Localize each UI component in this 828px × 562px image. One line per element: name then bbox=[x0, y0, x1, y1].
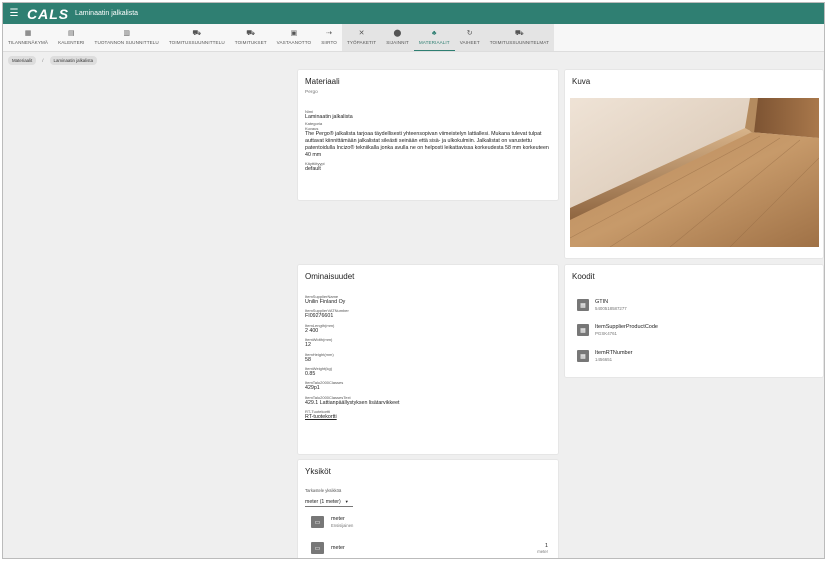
tools-icon: ✕ bbox=[358, 30, 365, 37]
truck-icon: ⛟ bbox=[192, 30, 202, 37]
unit-select-value: meter (1 meter) bbox=[305, 498, 341, 505]
unit-primary-badge: Ensisijainen bbox=[331, 523, 354, 528]
properties-card-title: Ominaisuudet bbox=[305, 272, 355, 281]
property-value: Unilin Finland Oy bbox=[305, 299, 346, 305]
nav-tab-label: Toimitukset bbox=[234, 40, 267, 45]
material-card-title: Materiaali bbox=[305, 77, 340, 86]
property-value: 2 400 bbox=[305, 327, 319, 334]
main-navigation: ▦ Tilannenäkymä ▤ Kalenteri ▥ Tuotannon suunn… bbox=[3, 24, 824, 52]
code-row-rt-number: ▦ ItemRTNumber 1456651 bbox=[577, 350, 633, 362]
breadcrumb-current: Laminaatin jalkalista bbox=[49, 56, 98, 65]
breadcrumb-separator: / bbox=[42, 58, 44, 63]
unit-quantity-unit: meter bbox=[537, 549, 548, 554]
property-value: 429.1 Lattianpäällystyksen lisätarvikkee… bbox=[305, 399, 400, 406]
property-value: 58 bbox=[305, 356, 311, 363]
top-app-bar: ☰ CALS Laminaatin jalkalista bbox=[3, 3, 824, 24]
unit-row-primary: ▭ meter Ensisijainen bbox=[311, 516, 353, 528]
material-brand: Pergo bbox=[305, 90, 318, 95]
property-value: 12 bbox=[305, 342, 311, 349]
barcode-icon: ▦ bbox=[577, 324, 589, 336]
breadcrumb-root[interactable]: Materiaalit bbox=[8, 56, 37, 65]
hamburger-menu-icon[interactable]: ☰ bbox=[5, 3, 23, 24]
nav-tab-label: Vaiheet bbox=[459, 40, 480, 45]
nav-tab-label: Tuotannon suunnittelu bbox=[94, 40, 159, 45]
property-value: FI09276601 bbox=[305, 313, 334, 320]
code-row-supplier-product-code: ▦ ItemSupplierProductCode PGSK4761 bbox=[577, 324, 658, 336]
unit-quantity: 1 meter bbox=[537, 543, 548, 554]
unit-select-label: Tarkastele yksikköä bbox=[305, 488, 342, 493]
properties-list: ItemSupplierName Unilin Finland Oy ItemSup… bbox=[305, 294, 550, 421]
code-name: ItemSupplierProductCode bbox=[595, 324, 658, 330]
calendar-icon: ▤ bbox=[67, 30, 75, 37]
nav-tab-label: Toimitussuunnitelmat bbox=[489, 40, 549, 45]
image-card-title: Kuva bbox=[572, 77, 591, 86]
nav-tab-työpaketit[interactable]: ✕ Työpaketit bbox=[341, 24, 382, 51]
code-row-gtin: ▦ GTIN 5400518587277 bbox=[577, 299, 627, 311]
transfer-icon: ⇢ bbox=[326, 30, 333, 37]
nav-tab-vaiheet[interactable]: ↻ Vaiheet bbox=[454, 24, 485, 51]
description-value: The Pergo® jalkalista tarjoaa täydellise… bbox=[305, 131, 549, 158]
nav-tab-tuotannon-suunnittelu[interactable]: ▥ Tuotannon suunnittelu bbox=[90, 24, 164, 51]
nav-tab-materiaalit[interactable]: ♣ Materiaalit bbox=[413, 24, 455, 51]
grid-icon: ▥ bbox=[123, 30, 131, 37]
inbox-icon: ▣ bbox=[290, 30, 298, 37]
sync-icon: ↻ bbox=[466, 30, 473, 37]
chevron-down-icon: ▼ bbox=[344, 499, 349, 504]
nav-tab-label: Tilannenäkymä bbox=[8, 40, 49, 45]
property-value: 0.85 bbox=[305, 370, 316, 377]
usage-value: default bbox=[305, 166, 321, 172]
code-name: GTIN bbox=[595, 299, 609, 305]
nav-tab-toimitukset[interactable]: ⛟ Toimitukset bbox=[230, 24, 272, 51]
nav-tab-tilannenäkymä[interactable]: ▦ Tilannenäkymä bbox=[3, 24, 53, 51]
image-card: Kuva bbox=[565, 70, 823, 258]
nav-tab-label: Toimitussuunnittelu bbox=[168, 40, 225, 45]
nav-tab-toimitussuunnitelmat[interactable]: ⛟ Toimitussuunnitelmat bbox=[484, 24, 554, 51]
unit-icon: ▭ bbox=[311, 516, 324, 528]
nav-tab-sijainnit[interactable]: ⬤ Sijainnit bbox=[381, 24, 414, 51]
dashboard-icon: ▦ bbox=[24, 30, 32, 37]
nav-tab-label: Siirto bbox=[321, 40, 337, 45]
name-value: Laminaatin jalkalista bbox=[305, 114, 353, 120]
code-value: PGSK4761 bbox=[595, 331, 617, 336]
truck-icon: ⛟ bbox=[246, 30, 256, 37]
code-value: 5400518587277 bbox=[595, 306, 627, 311]
units-card-title: Yksiköt bbox=[305, 467, 331, 476]
rt-card-link[interactable]: RT-tuotekortti bbox=[305, 414, 550, 421]
code-name: ItemRTNumber bbox=[595, 350, 633, 356]
unit-select[interactable]: meter (1 meter) ▼ bbox=[305, 497, 353, 507]
material-card: Materiaali Pergo Nimi Laminaatin jalkali… bbox=[298, 70, 558, 200]
unit-row-secondary: ▭ meter bbox=[311, 542, 345, 554]
breadcrumb: Materiaalit / Laminaatin jalkalista bbox=[8, 56, 98, 65]
nav-tab-label: Kalenteri bbox=[58, 40, 85, 45]
app-logo[interactable]: CALS bbox=[27, 6, 68, 22]
nav-tab-label: Sijainnit bbox=[386, 40, 409, 45]
product-photo bbox=[570, 98, 819, 247]
unit-icon: ▭ bbox=[311, 542, 324, 554]
barcode-icon: ▦ bbox=[577, 350, 589, 362]
app-window: ☰ CALS Laminaatin jalkalista ▦ Tilannenäk… bbox=[2, 2, 825, 559]
code-value: 1456651 bbox=[595, 357, 613, 362]
nav-tab-siirto[interactable]: ⇢ Siirto bbox=[316, 24, 342, 51]
barcode-icon: ▦ bbox=[577, 299, 589, 311]
codes-card: Koodit ▦ GTIN 5400518587277 ▦ ItemSuppli… bbox=[565, 265, 823, 377]
codes-card-title: Koodit bbox=[572, 272, 595, 281]
truck-icon: ⛟ bbox=[514, 30, 524, 37]
property-value: 429p1 bbox=[305, 385, 320, 392]
unit-name: meter bbox=[331, 516, 345, 522]
nav-tab-label: Materiaalit bbox=[418, 39, 450, 45]
nav-tab-label: Vastaanotto bbox=[276, 40, 312, 45]
nav-tab-toimitussuunnittelu[interactable]: ⛟ Toimitussuunnittelu bbox=[164, 24, 230, 51]
location-icon: ⬤ bbox=[393, 30, 402, 37]
page-title: Laminaatin jalkalista bbox=[75, 10, 139, 17]
unit-name: meter bbox=[331, 545, 345, 551]
materials-icon: ♣ bbox=[431, 29, 437, 37]
properties-card: Ominaisuudet ItemSupplierName Unilin Finl… bbox=[298, 265, 558, 454]
nav-tab-kalenteri[interactable]: ▤ Kalenteri bbox=[53, 24, 89, 51]
nav-tab-label: Työpaketit bbox=[346, 40, 377, 45]
units-card: Yksiköt Tarkastele yksikköä meter (1 met… bbox=[298, 460, 558, 558]
nav-tab-vastaanotto[interactable]: ▣ Vastaanotto bbox=[272, 24, 317, 51]
